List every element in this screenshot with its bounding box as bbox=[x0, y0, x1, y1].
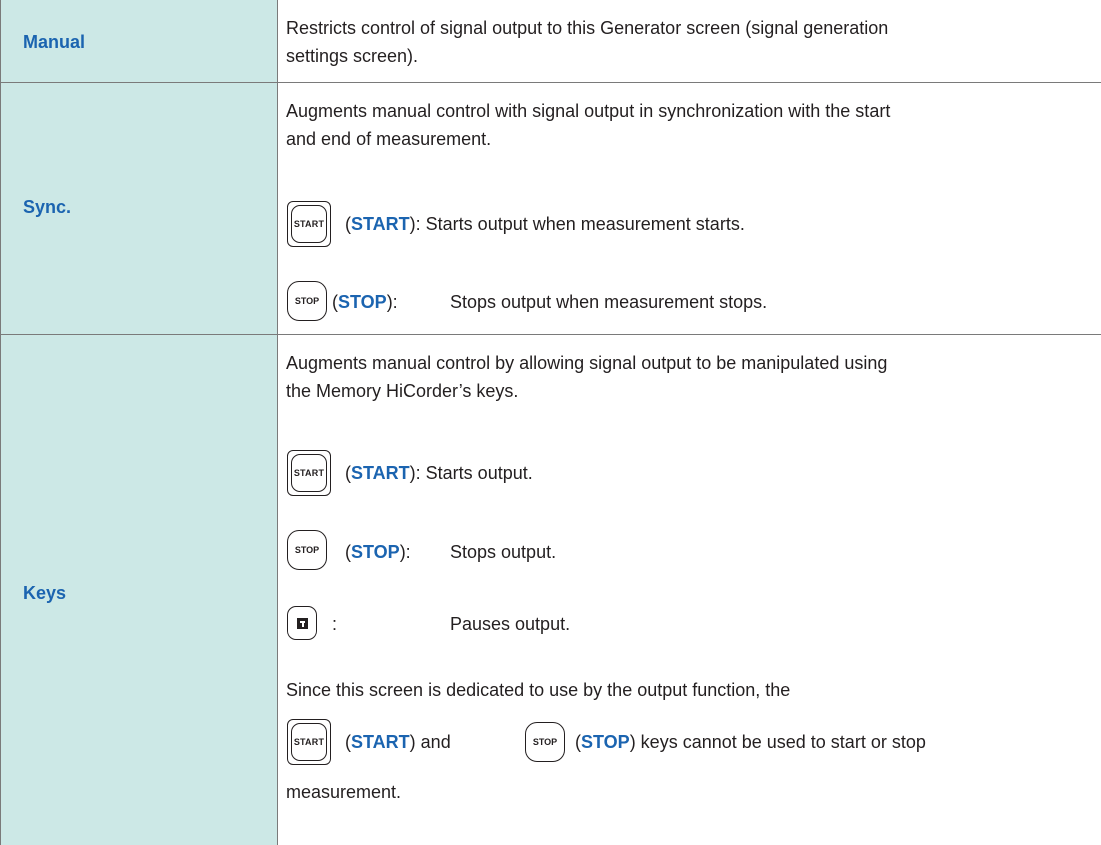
table-left-border bbox=[0, 0, 1, 845]
manual-description: Restricts control of signal output to th… bbox=[286, 18, 889, 38]
keys-pause-colon: : bbox=[332, 614, 338, 634]
manual-description-cell: Restricts control of signal output to th… bbox=[278, 0, 1101, 82]
keys-stop-key-name: (STOP): bbox=[345, 542, 411, 562]
sync-description-cell: Augments manual control with signal outp… bbox=[278, 83, 1101, 334]
sync-intro-line-1: Augments manual control with signal outp… bbox=[286, 101, 891, 121]
stop-key-icon: STOP bbox=[287, 281, 327, 321]
keys-pause-description: Pauses output. bbox=[450, 614, 571, 634]
manual-label: Manual bbox=[23, 32, 86, 52]
start-key-icon: START bbox=[287, 719, 331, 765]
keys-note-line-3: measurement. bbox=[286, 782, 402, 802]
sync-label-cell: Sync. bbox=[0, 83, 278, 334]
settings-table: Manual Restricts control of signal outpu… bbox=[0, 0, 1101, 845]
sync-intro-line-2: and end of measurement. bbox=[286, 129, 492, 149]
keys-intro-line-2: the Memory HiCorder’s keys. bbox=[286, 381, 519, 401]
keys-note-stop-text: (STOP) keys cannot be used to start or s… bbox=[575, 732, 926, 752]
start-key-icon: START bbox=[287, 450, 331, 496]
stop-key-icon: STOP bbox=[287, 530, 327, 570]
start-key-icon: START bbox=[287, 201, 331, 247]
keys-start-description: (START): Starts output. bbox=[345, 463, 533, 483]
sync-stop-description: Stops output when measurement stops. bbox=[450, 292, 768, 312]
keys-description-cell: Augments manual control by allowing sign… bbox=[278, 335, 1101, 845]
sync-stop-key-name: (STOP): bbox=[332, 292, 398, 312]
row-divider bbox=[0, 334, 1101, 335]
keys-label-cell: Keys bbox=[0, 335, 278, 845]
keys-note-start-name: (START) and bbox=[345, 732, 451, 752]
manual-description-cont: settings screen). bbox=[286, 46, 419, 66]
stop-key-icon: STOP bbox=[525, 722, 565, 762]
keys-row: Keys Augments manual control by allowing… bbox=[0, 335, 1101, 845]
sync-row: Sync. Augments manual control with signa… bbox=[0, 83, 1101, 334]
manual-label-cell: Manual bbox=[0, 0, 278, 82]
sync-label: Sync. bbox=[23, 197, 72, 217]
manual-row: Manual Restricts control of signal outpu… bbox=[0, 0, 1101, 82]
row-divider bbox=[0, 82, 1101, 83]
sync-start-description: (START): Starts output when measurement … bbox=[345, 214, 745, 234]
keys-stop-description: Stops output. bbox=[450, 542, 557, 562]
keys-note-line-1: Since this screen is dedicated to use by… bbox=[286, 680, 791, 700]
keys-intro-line-1: Augments manual control by allowing sign… bbox=[286, 353, 888, 373]
keys-label: Keys bbox=[23, 583, 67, 603]
pause-key-icon bbox=[287, 606, 317, 640]
